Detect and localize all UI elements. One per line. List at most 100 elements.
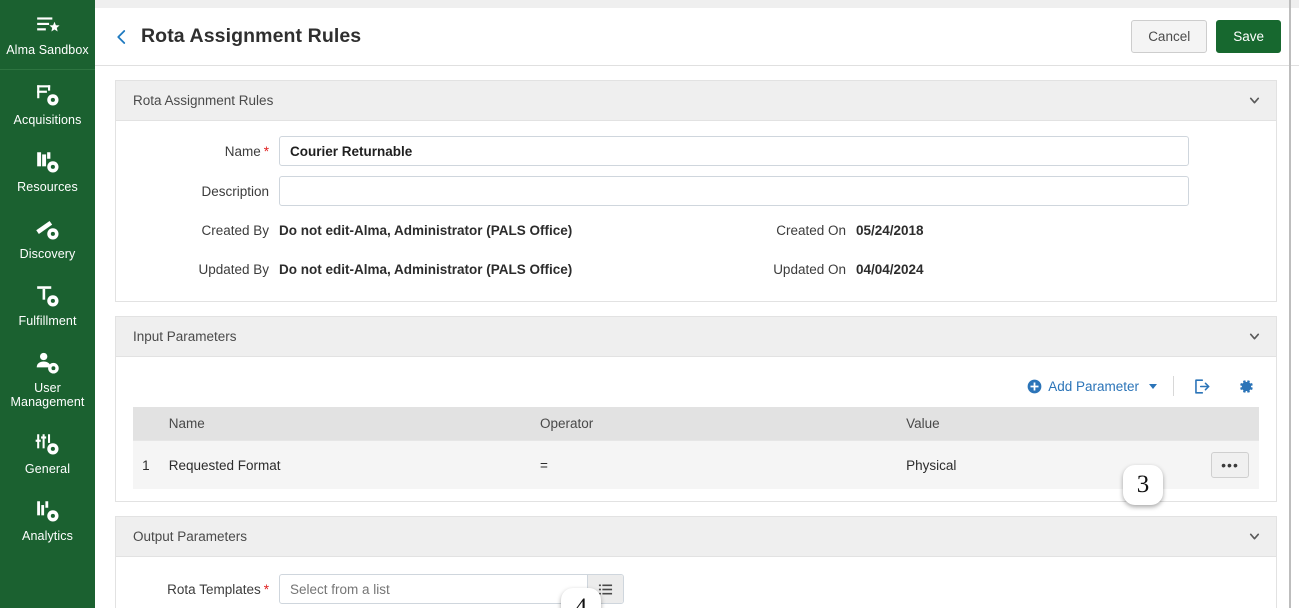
gear-icon[interactable] [1234, 375, 1256, 397]
input-parameters-table: Name Operator Value 1 Requested Format =… [133, 407, 1259, 489]
panel-title: Rota Assignment Rules [133, 93, 274, 108]
plus-circle-icon [1027, 379, 1042, 394]
save-button[interactable]: Save [1216, 19, 1281, 54]
table-header-row: Name Operator Value [133, 407, 1259, 441]
sidebar-item-user-management[interactable]: User Management [0, 338, 95, 419]
output-parameters-panel-body: Rota Templates * [116, 557, 1276, 608]
required-asterisk: * [263, 143, 269, 159]
updated-on-value: 04/04/2024 [856, 262, 924, 277]
table-row[interactable]: 1 Requested Format = Physical ••• [133, 440, 1259, 489]
sidebar-item-general[interactable]: General [0, 419, 95, 486]
top-strip [95, 0, 1299, 8]
column-header-actions [1139, 407, 1259, 441]
analytics-gear-icon [35, 498, 61, 524]
description-input[interactable] [279, 176, 1189, 206]
vertical-scrollbar[interactable] [1289, 0, 1291, 608]
table-header: Name Operator Value [133, 407, 1259, 441]
column-header-name: Name [158, 407, 530, 441]
row-operator: = [529, 440, 897, 489]
created-by-value: Do not edit-Alma, Administrator (PALS Of… [279, 223, 573, 238]
row-value: Physical [896, 440, 1140, 489]
sidebar-item-label: Fulfillment [18, 314, 77, 328]
rota-templates-label: Rota Templates * [116, 582, 279, 597]
sidebar-item-label: General [24, 462, 71, 476]
sidebar-item-resources[interactable]: Resources [0, 137, 95, 204]
created-on-group: Created On 05/24/2018 [746, 223, 924, 238]
column-header-value: Value [896, 407, 1140, 441]
row-index: 1 [133, 440, 159, 489]
table-body: 1 Requested Format = Physical ••• [133, 440, 1259, 489]
updated-on-label: Updated On [773, 262, 846, 277]
sidebar-brand-label: Alma Sandbox [6, 43, 89, 57]
fulfillment-gear-icon [35, 283, 61, 309]
column-header-index [133, 407, 159, 441]
row-actions-button[interactable]: ••• [1211, 452, 1249, 478]
page-content: Rota Assignment Rules Name* Description [95, 66, 1299, 608]
sidebar-item-fulfillment[interactable]: Fulfillment [0, 271, 95, 338]
created-on-label: Created On [776, 223, 846, 238]
output-parameters-panel-header[interactable]: Output Parameters [116, 517, 1276, 557]
input-parameters-panel-body: Add Parameter Name Operator Value 1 Requ… [116, 357, 1276, 501]
input-parameters-panel: Input Parameters Add Parameter Name Oper… [115, 316, 1277, 502]
created-by-group: Created By Do not edit-Alma, Administrat… [116, 223, 746, 238]
name-input[interactable] [279, 136, 1189, 166]
rota-templates-row: Rota Templates * [116, 569, 1276, 608]
acquisitions-gear-icon [35, 82, 61, 108]
name-row: Name * [116, 131, 1276, 171]
export-icon[interactable] [1190, 375, 1212, 397]
sidebar-item-label: Discovery [19, 247, 76, 261]
panel-title: Output Parameters [133, 529, 248, 544]
sidebar-brand[interactable]: Alma Sandbox [0, 6, 95, 70]
toolbar-divider [1173, 376, 1174, 396]
rota-assignment-rules-panel-body: Name* Description Created By Do not edit… [116, 121, 1276, 301]
resources-gear-icon [35, 149, 61, 175]
sidebar-item-label: Acquisitions [13, 113, 82, 127]
list-star-icon [35, 12, 61, 38]
updated-by-value: Do not edit-Alma, Administrator (PALS Of… [279, 262, 573, 277]
rota-templates-label-text: Rota Templates [167, 581, 261, 597]
created-row: Created By Do not edit-Alma, Administrat… [116, 211, 1276, 250]
add-parameter-button[interactable]: Add Parameter [1027, 379, 1157, 394]
cancel-button[interactable]: Cancel [1131, 19, 1208, 54]
page-header: Rota Assignment Rules Cancel Save [95, 8, 1299, 66]
output-parameters-panel: Output Parameters Rota Templates * [115, 516, 1277, 608]
main-area: Rota Assignment Rules Cancel Save Rota A… [95, 0, 1299, 608]
column-header-operator: Operator [529, 407, 897, 441]
back-button[interactable] [109, 24, 135, 50]
panel-title: Input Parameters [133, 329, 237, 344]
created-by-label: Created By [201, 223, 269, 238]
sidebar-item-analytics[interactable]: Analytics [0, 486, 95, 553]
updated-by-group: Updated By Do not edit-Alma, Administrat… [116, 262, 746, 277]
header-actions: Cancel Save [1131, 19, 1281, 54]
row-name: Requested Format [158, 440, 530, 489]
updated-row: Updated By Do not edit-Alma, Administrat… [116, 250, 1276, 289]
chevron-down-icon[interactable] [1246, 93, 1262, 109]
sidebar-item-discovery[interactable]: Discovery [0, 204, 95, 271]
description-row: Description [116, 171, 1276, 211]
created-on-value: 05/24/2018 [856, 223, 924, 238]
page-title: Rota Assignment Rules [141, 25, 362, 47]
name-label-text: Name [224, 143, 261, 159]
rota-assignment-rules-panel: Rota Assignment Rules Name* Description [115, 80, 1277, 302]
sidebar-item-label: Resources [17, 180, 78, 194]
chevron-down-icon[interactable] [1149, 383, 1157, 389]
rota-templates-input[interactable] [280, 575, 587, 603]
updated-on-group: Updated On 04/04/2024 [746, 262, 924, 277]
callout-badge-3: 3 [1123, 465, 1163, 505]
input-parameters-panel-header[interactable]: Input Parameters [116, 317, 1276, 357]
sliders-gear-icon [35, 431, 61, 457]
description-label: Description [201, 183, 269, 199]
chevron-down-icon[interactable] [1246, 329, 1262, 345]
callout-badge-4: 4 [561, 588, 601, 608]
add-parameter-label: Add Parameter [1048, 378, 1139, 394]
rota-assignment-rules-panel-header[interactable]: Rota Assignment Rules [116, 81, 1276, 121]
discovery-gear-icon [35, 216, 61, 242]
required-asterisk: * [263, 581, 269, 597]
chevron-down-icon[interactable] [1246, 529, 1262, 545]
sidebar-item-label: User Management [10, 381, 85, 409]
sidebar-item-acquisitions[interactable]: Acquisitions [0, 70, 95, 137]
updated-by-label: Updated By [198, 262, 269, 277]
name-label: Name * [116, 144, 279, 159]
user-gear-icon [35, 350, 61, 376]
sidebar-item-label: Analytics [22, 529, 73, 543]
